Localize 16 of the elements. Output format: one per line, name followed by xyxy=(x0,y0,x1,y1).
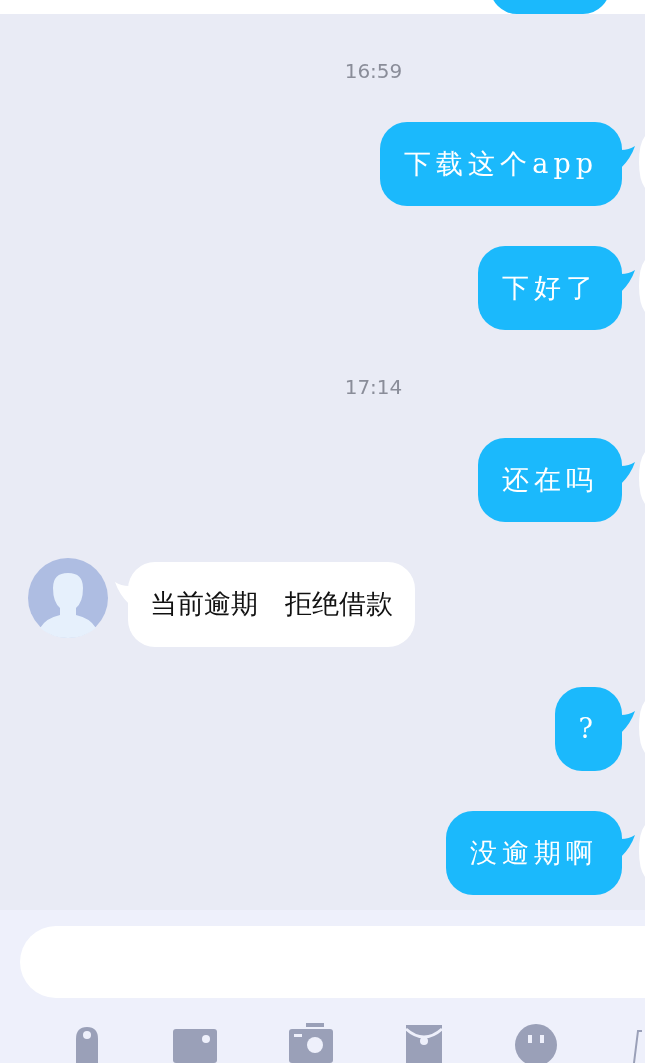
bubble-tail xyxy=(621,462,635,484)
message-bubble: 下载这个app xyxy=(380,122,622,206)
message-bubble: 没逾期啊 xyxy=(446,811,622,895)
camera-icon[interactable] xyxy=(288,1023,334,1063)
message-bubble: 当前逾期 拒绝借款 xyxy=(128,562,415,647)
message-bubble: ? xyxy=(554,687,622,771)
timestamp: 16:59 xyxy=(344,60,403,82)
timestamp: 17:14 xyxy=(344,376,403,398)
message-bubble: 还在吗 xyxy=(478,438,622,522)
bubble-tail xyxy=(621,835,635,857)
bubble-tail xyxy=(621,711,635,733)
bubble-tail xyxy=(621,270,635,292)
emoji-icon[interactable] xyxy=(514,1023,558,1063)
envelope-icon[interactable] xyxy=(404,1023,444,1063)
message-bubble: 下好了 xyxy=(478,246,622,330)
bubble-tail xyxy=(621,146,635,168)
